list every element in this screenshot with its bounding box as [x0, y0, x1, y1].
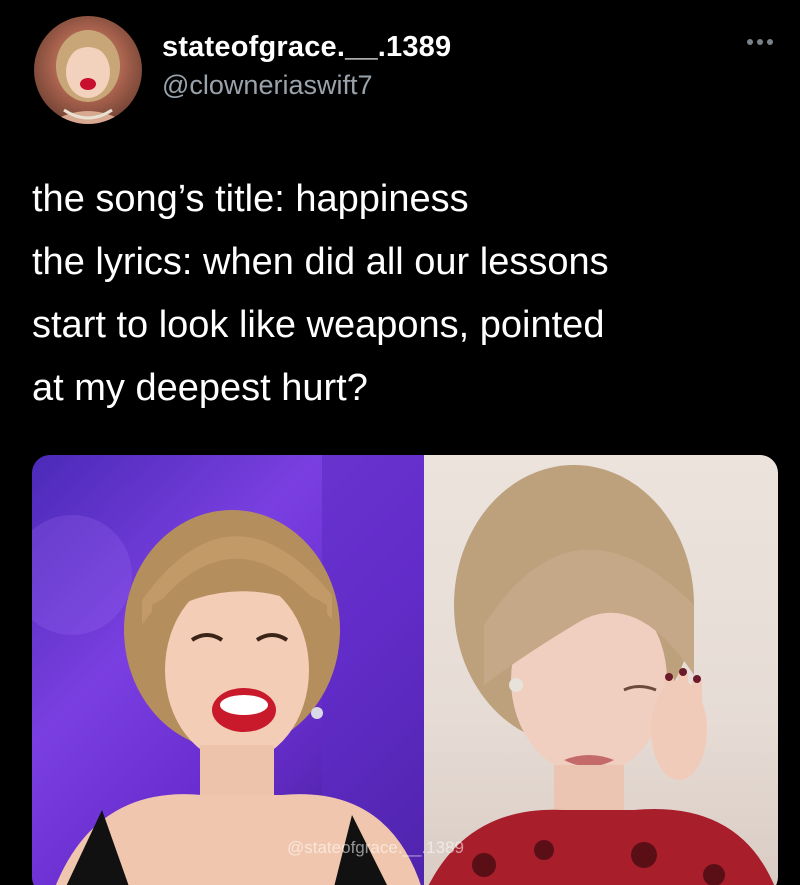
more-horizontal-icon[interactable] [740, 30, 780, 54]
avatar[interactable] [34, 16, 142, 124]
avatar-image [48, 30, 128, 124]
tweet-text: the song’s title: happiness the lyrics: … [32, 168, 772, 420]
tweet: stateofgrace.__.1389 @clowneriaswift7 th… [0, 0, 800, 885]
crying-woman-photo[interactable] [424, 455, 778, 885]
display-name[interactable]: stateofgrace.__.1389 [162, 30, 451, 64]
tweet-text-line: the lyrics: when did all our lessons [32, 241, 609, 283]
tweet-media[interactable]: @stateofgrace.__.1389 [32, 455, 778, 885]
tweet-text-line: at my deepest hurt? [32, 367, 368, 409]
author-names: stateofgrace.__.1389 @clowneriaswift7 [162, 30, 451, 102]
more-dot [757, 39, 763, 45]
laughing-woman-photo[interactable] [32, 455, 424, 885]
user-handle[interactable]: @clowneriaswift7 [162, 68, 451, 102]
tweet-header: stateofgrace.__.1389 @clowneriaswift7 [32, 14, 780, 124]
watermark: @stateofgrace.__.1389 [287, 838, 464, 857]
crying-woman-illustration [428, 465, 775, 885]
more-dot [747, 39, 753, 45]
more-dot [767, 39, 773, 45]
tweet-text-line: the song’s title: happiness [32, 178, 469, 220]
laughing-woman-illustration [32, 455, 424, 885]
tweet-text-line: start to look like weapons, pointed [32, 304, 605, 346]
